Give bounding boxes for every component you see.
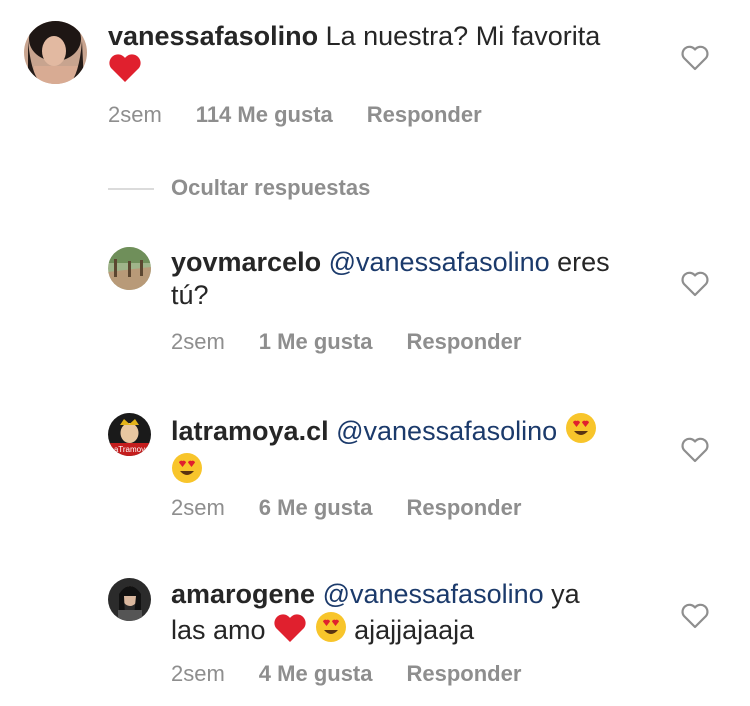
reply-button[interactable]: Responder bbox=[367, 102, 482, 128]
comment-meta: 2sem 4 Me gusta Responder bbox=[171, 661, 521, 687]
comment-meta: 2sem 114 Me gusta Responder bbox=[108, 102, 482, 128]
likes-count[interactable]: 6 Me gusta bbox=[259, 495, 373, 521]
like-heart-icon[interactable] bbox=[680, 601, 710, 631]
username[interactable]: latramoya.cl bbox=[171, 416, 329, 446]
comment-meta: 2sem 1 Me gusta Responder bbox=[171, 329, 521, 355]
timestamp: 2sem bbox=[171, 661, 225, 686]
comment-body-suffix: ajajjajaaja bbox=[354, 615, 475, 645]
mention-link[interactable]: @vanessafasolino bbox=[329, 247, 550, 277]
likes-count[interactable]: 4 Me gusta bbox=[259, 661, 373, 687]
likes-count[interactable]: 1 Me gusta bbox=[259, 329, 373, 355]
svg-text:LaTramoya: LaTramoya bbox=[109, 445, 150, 454]
likes-count[interactable]: 114 Me gusta bbox=[196, 102, 333, 128]
reply-button[interactable]: Responder bbox=[407, 661, 522, 687]
comment-text: vanessafasolino La nuestra? Mi favorita bbox=[108, 20, 628, 91]
reply-button[interactable]: Responder bbox=[407, 329, 522, 355]
heart-eyes-emoji bbox=[565, 412, 597, 452]
avatar[interactable]: LaTramoya bbox=[108, 413, 151, 456]
reply-button[interactable]: Responder bbox=[407, 495, 522, 521]
like-heart-icon[interactable] bbox=[680, 269, 710, 299]
like-heart-icon[interactable] bbox=[680, 435, 710, 465]
comment-text: yovmarcelo @vanessafasolino eres tú? bbox=[171, 246, 651, 312]
username[interactable]: vanessafasolino bbox=[108, 21, 318, 51]
heart-emoji bbox=[108, 53, 142, 91]
mention-link[interactable]: @vanessafasolino bbox=[336, 416, 557, 446]
username[interactable]: amarogene bbox=[171, 579, 315, 609]
mention-link[interactable]: @vanessafasolino bbox=[323, 579, 544, 609]
timestamp: 2sem bbox=[108, 102, 162, 127]
comment-body: eres bbox=[549, 247, 610, 277]
avatar[interactable] bbox=[108, 247, 151, 290]
comment-text: latramoya.cl @vanessafasolino bbox=[171, 412, 651, 492]
heart-eyes-emoji bbox=[171, 452, 203, 492]
avatar[interactable] bbox=[108, 578, 151, 621]
timestamp: 2sem bbox=[171, 329, 225, 354]
heart-emoji bbox=[273, 613, 307, 651]
comment-body-line2: tú? bbox=[171, 280, 209, 310]
hide-replies-label[interactable]: Ocultar respuestas bbox=[171, 175, 370, 201]
comment-meta: 2sem 6 Me gusta Responder bbox=[171, 495, 521, 521]
avatar[interactable] bbox=[24, 21, 87, 84]
comment-body: La nuestra? Mi favorita bbox=[318, 21, 601, 51]
like-heart-icon[interactable] bbox=[680, 43, 710, 73]
username[interactable]: yovmarcelo bbox=[171, 247, 321, 277]
divider bbox=[108, 188, 154, 190]
comment-body: ya bbox=[543, 579, 580, 609]
comment-body-line2: las amo bbox=[171, 615, 266, 645]
heart-eyes-emoji bbox=[315, 611, 347, 651]
timestamp: 2sem bbox=[171, 495, 225, 520]
comment-text: amarogene @vanessafasolino ya las amo aj… bbox=[171, 578, 651, 651]
